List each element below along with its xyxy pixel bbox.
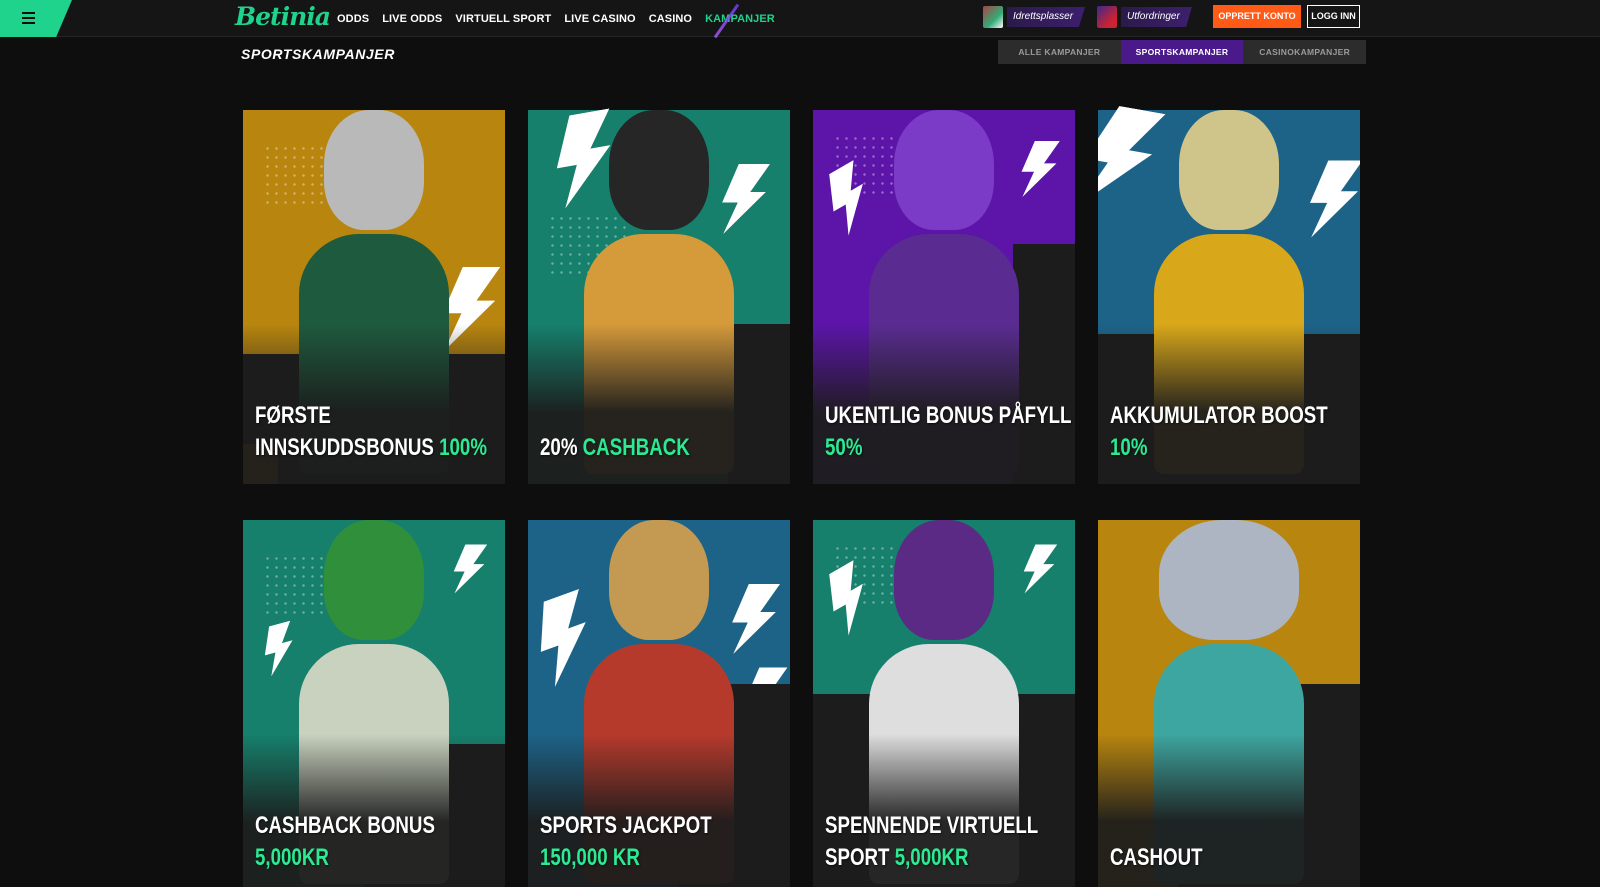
- elephant-head-icon: [1159, 520, 1299, 640]
- promo-title: UKENTLIG BONUS PÅFYLL 50%: [825, 400, 1072, 464]
- promo-card-sports-jackpot[interactable]: SPORTS JACKPOT 150,000 KR: [528, 514, 790, 887]
- main-nav: ODDS LIVE ODDS VIRTUELL SPORT LIVE CASIN…: [337, 0, 775, 37]
- nav-casino[interactable]: CASINO: [649, 13, 692, 25]
- promo-highlight: 10%: [1110, 434, 1148, 461]
- promo-highlight: 50%: [825, 434, 863, 461]
- tab-casinokampanjer[interactable]: CASINOKAMPANJER: [1243, 40, 1366, 64]
- quick-link-utfordringer[interactable]: Utfordringer: [1097, 6, 1192, 28]
- tab-alle-kampanjer[interactable]: ALLE KAMPANJER: [998, 40, 1121, 64]
- promo-title: SPENNENDE VIRTUELL SPORT 5,000KR: [825, 810, 1039, 874]
- nav-virtuell-sport[interactable]: VIRTUELL SPORT: [455, 13, 551, 25]
- promo-title: CASHBACK BONUS 5,000KR: [255, 810, 446, 874]
- promo-highlight: 5,000KR: [894, 844, 969, 871]
- promo-title: CASHOUT: [1110, 842, 1301, 874]
- rhino-head-icon: [324, 110, 424, 230]
- stag-head-icon: [609, 520, 709, 640]
- bull-head-icon: [894, 520, 994, 640]
- quick-link-idrettsplasser[interactable]: Idrettsplasser: [983, 6, 1086, 28]
- promo-title-line2: CASHOUT: [1110, 844, 1203, 871]
- top-bar: Betinia ODDS LIVE ODDS VIRTUELL SPORT LI…: [0, 0, 1600, 37]
- promo-card-virtuell-sport[interactable]: SPENNENDE VIRTUELL SPORT 5,000KR: [813, 514, 1075, 887]
- promo-title-line1: SPENNENDE VIRTUELL: [825, 812, 1039, 839]
- promo-card-ukentlig-bonus[interactable]: UKENTLIG BONUS PÅFYLL 50%: [813, 104, 1075, 484]
- gorilla-head-icon: [894, 110, 994, 230]
- promo-card-forste-innskuddsbonus[interactable]: FØRSTE INNSKUDDSBONUS 100%: [243, 104, 505, 484]
- promo-title: SPORTS JACKPOT 150,000 KR: [540, 810, 731, 874]
- nav-live-casino[interactable]: LIVE CASINO: [564, 13, 635, 25]
- login-button[interactable]: LOGG INN: [1307, 5, 1360, 28]
- campaign-tabs: ALLE KAMPANJER SPORTSKAMPANJER CASINOKAM…: [998, 40, 1366, 64]
- logo[interactable]: Betinia: [235, 2, 331, 31]
- challenge-icon: [1097, 6, 1117, 28]
- promo-title-line1: FØRSTE: [255, 402, 331, 429]
- stadium-icon: [983, 6, 1003, 28]
- tab-sportskampanjer[interactable]: SPORTSKAMPANJER: [1120, 40, 1244, 64]
- menu-button[interactable]: [0, 0, 72, 37]
- quick-link-label: Utfordringer: [1121, 7, 1192, 27]
- promo-title: 20% CASHBACK: [540, 432, 731, 464]
- promo-title-line1: CASHBACK BONUS: [255, 812, 435, 839]
- promo-highlight: 150,000 KR: [540, 844, 640, 871]
- promo-title-line2: 20%: [540, 434, 583, 461]
- promo-card-cashback-bonus[interactable]: CASHBACK BONUS 5,000KR: [243, 514, 505, 887]
- promo-title: AKKUMULATOR BOOST 10%: [1110, 400, 1328, 464]
- promo-title-line1: SPORTS JACKPOT: [540, 812, 712, 839]
- promo-card-akkumulator-boost[interactable]: AKKUMULATOR BOOST 10%: [1098, 104, 1360, 484]
- promo-card-cashout[interactable]: CASHOUT: [1098, 514, 1360, 887]
- register-button[interactable]: OPPRETT KONTO: [1213, 5, 1301, 28]
- lynx-head-icon: [1179, 110, 1279, 230]
- promo-title: FØRSTE INNSKUDDSBONUS 100%: [255, 400, 487, 464]
- promo-title-line2: SPORT: [825, 844, 895, 871]
- promo-title-line1: AKKUMULATOR BOOST: [1110, 402, 1328, 429]
- promo-highlight: CASHBACK: [582, 434, 690, 461]
- promo-card-cashback-20[interactable]: 20% CASHBACK: [528, 104, 790, 484]
- promo-title-line2: INNSKUDDSBONUS: [255, 434, 440, 461]
- page-title: SPORTSKAMPANJER: [241, 46, 395, 62]
- hamburger-icon: [22, 12, 35, 24]
- promo-highlight: 100%: [439, 434, 487, 461]
- nav-odds[interactable]: ODDS: [337, 13, 369, 25]
- quick-link-label: Idrettsplasser: [1007, 7, 1086, 27]
- promo-highlight: 5,000KR: [255, 844, 329, 871]
- crocodile-head-icon: [324, 520, 424, 640]
- nav-kampanjer[interactable]: KAMPANJER: [705, 13, 775, 25]
- panther-head-icon: [609, 110, 709, 230]
- promo-title-line1: UKENTLIG BONUS PÅFYLL: [825, 402, 1072, 429]
- nav-live-odds[interactable]: LIVE ODDS: [382, 13, 442, 25]
